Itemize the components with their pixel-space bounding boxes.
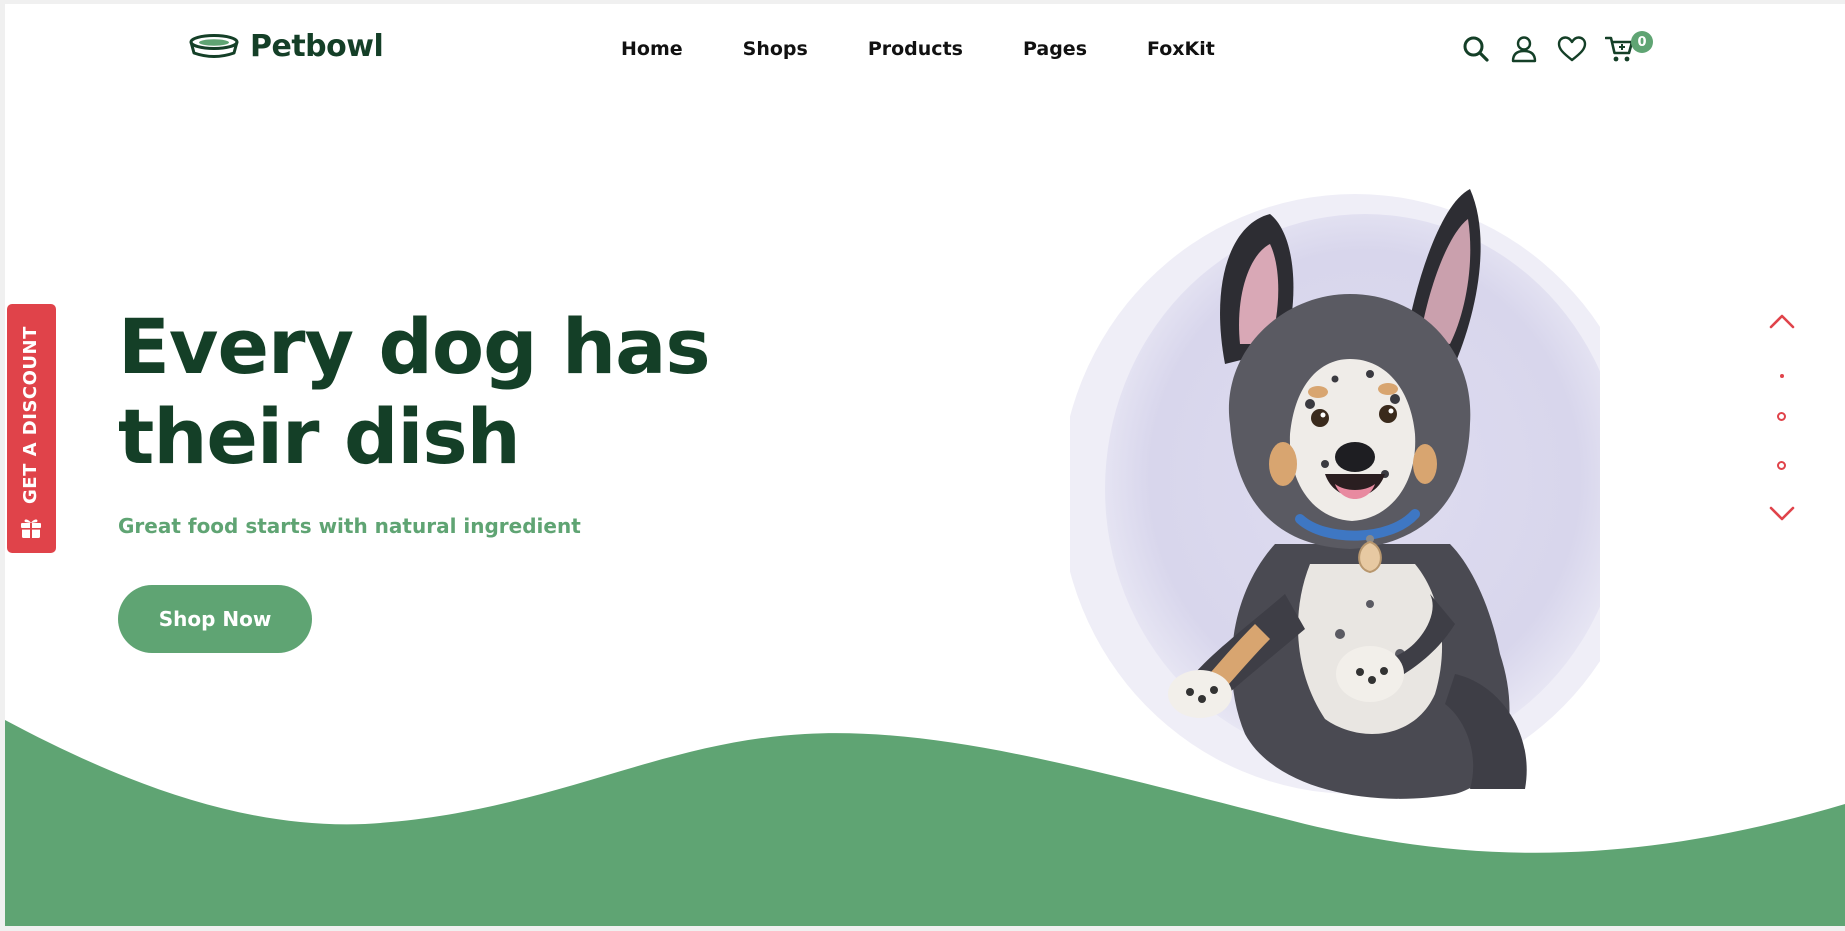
discount-label: GET A DISCOUNT	[20, 326, 41, 504]
slider-dot-1[interactable]	[1780, 374, 1784, 378]
gift-icon	[21, 519, 41, 538]
page: Petbowl Home Shops Products Pages FoxKit	[5, 4, 1845, 926]
user-icon	[1511, 36, 1537, 63]
chevron-down-icon	[1769, 506, 1795, 521]
nav-products[interactable]: Products	[868, 38, 963, 60]
chevron-up-icon	[1769, 314, 1795, 329]
main-nav: Home Shops Products Pages FoxKit	[621, 38, 1215, 60]
shop-now-button[interactable]: Shop Now	[118, 585, 312, 653]
heart-icon	[1557, 36, 1587, 62]
bowl-icon	[189, 33, 239, 58]
search-icon	[1463, 36, 1489, 62]
header-actions: 0	[1461, 31, 1653, 64]
cart-button[interactable]: 0	[1605, 31, 1653, 64]
get-discount-tab[interactable]: GET A DISCOUNT	[7, 304, 56, 553]
logo[interactable]: Petbowl	[188, 29, 384, 64]
slider-prev-button[interactable]	[1765, 309, 1799, 333]
slider-nav	[1765, 309, 1799, 529]
account-button[interactable]	[1509, 34, 1539, 64]
slider-next-button[interactable]	[1765, 502, 1799, 526]
hero-dog-image	[1070, 189, 1600, 799]
wishlist-button[interactable]	[1557, 34, 1587, 64]
nav-shops[interactable]: Shops	[743, 38, 808, 60]
hero-title: Every dog has their dish	[118, 302, 818, 482]
search-button[interactable]	[1461, 34, 1491, 64]
nav-foxkit[interactable]: FoxKit	[1147, 38, 1215, 60]
brand-name: Petbowl	[250, 29, 384, 64]
nav-pages[interactable]: Pages	[1023, 38, 1087, 60]
nav-home[interactable]: Home	[621, 38, 683, 60]
slider-dot-3[interactable]	[1777, 461, 1786, 470]
hero-subtitle: Great food starts with natural ingredien…	[118, 514, 581, 538]
cart-count-badge: 0	[1631, 31, 1653, 53]
site-header: Petbowl Home Shops Products Pages FoxKit	[5, 4, 1845, 94]
hero-title-line2: their dish	[118, 392, 521, 481]
slider-dot-2[interactable]	[1777, 412, 1786, 421]
hero-title-line1: Every dog has	[118, 302, 711, 391]
